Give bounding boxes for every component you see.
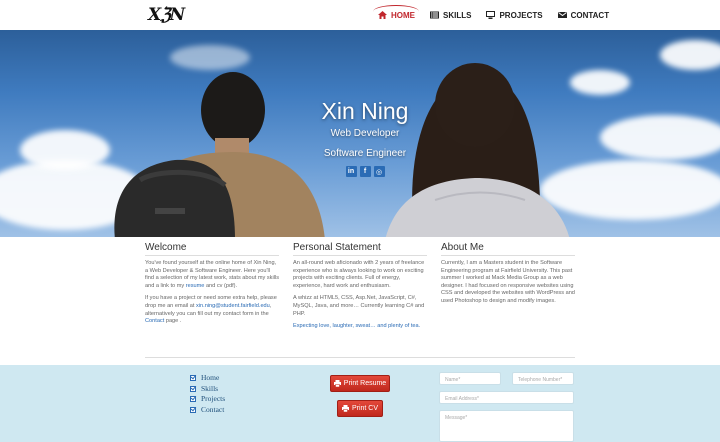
placeholder-text: Message* xyxy=(445,415,468,421)
print-resume-label: Print Resume xyxy=(343,380,387,387)
about-paragraph: Currently, I am a Masters student in the… xyxy=(441,260,575,304)
personal-statement-heading: Personal Statement xyxy=(293,242,427,256)
github-icon[interactable]: ◎ xyxy=(373,166,385,177)
monitor-icon xyxy=(486,11,496,19)
print-cv-button[interactable]: Print CV xyxy=(337,400,383,417)
nav-item-home[interactable]: HOME xyxy=(373,0,419,30)
printer-icon xyxy=(333,380,341,387)
list-icon xyxy=(430,11,439,19)
cloud-decoration xyxy=(600,115,720,160)
welcome-paragraph-1: You've found yourself at the online home… xyxy=(145,260,279,290)
footer-links: Home Skills Projects Contact xyxy=(190,373,225,415)
footer-link-label: Projects xyxy=(201,394,226,403)
cloud-decoration xyxy=(570,70,630,95)
section-divider xyxy=(145,357,575,358)
printer-icon xyxy=(341,405,349,412)
contact-link[interactable]: Contact xyxy=(145,318,164,324)
text-span: and cv (pdf). xyxy=(204,282,238,289)
footer-link-skills[interactable]: Skills xyxy=(190,384,225,395)
social-links: in f ◎ xyxy=(290,166,440,177)
nav-item-label: SKILLS xyxy=(443,10,472,20)
footer-link-contact[interactable]: Contact xyxy=(190,405,225,416)
hero-name: Xin Ning xyxy=(321,98,409,124)
top-navbar: XℨN HOME SKILLS PROJECTS CONTACT xyxy=(0,0,720,30)
nav-item-contact[interactable]: CONTACT xyxy=(557,0,610,30)
placeholder-text: Telephone Number* xyxy=(518,377,563,383)
message-field[interactable]: Message* xyxy=(439,410,574,442)
site-logo[interactable]: XℨN xyxy=(148,5,185,25)
personal-paragraph-1: An all-round web aficionado with 2 years… xyxy=(293,260,425,289)
resume-link[interactable]: resume xyxy=(186,283,205,289)
nav-menu: HOME SKILLS PROJECTS CONTACT xyxy=(373,0,610,30)
phone-field[interactable]: Telephone Number* xyxy=(512,372,574,385)
welcome-heading: Welcome xyxy=(145,242,279,256)
hero-heading-block: Xin Ning Web Developer Software Engineer… xyxy=(290,98,440,177)
personal-paragraph-3: Expecting love, laughter, sweat… and ple… xyxy=(293,323,421,330)
placeholder-text: Name* xyxy=(445,377,461,383)
hero-subtitle-1: Web Developer xyxy=(330,128,400,139)
name-field[interactable]: Name* xyxy=(439,372,501,385)
home-icon xyxy=(378,11,387,19)
footer-link-label: Contact xyxy=(201,404,225,414)
placeholder-text: Email Address* xyxy=(445,396,479,402)
nav-item-projects[interactable]: PROJECTS xyxy=(486,0,543,30)
linkedin-icon[interactable]: in xyxy=(345,166,357,177)
footer-link-label: Home xyxy=(201,373,220,382)
footer-link-home[interactable]: Home xyxy=(190,373,225,384)
welcome-paragraph-2: If you have a project or need some extra… xyxy=(145,295,279,325)
hero-banner: Xin Ning Web Developer Software Engineer… xyxy=(0,30,720,237)
checkbox-icon xyxy=(190,396,196,403)
email-link[interactable]: xin.ning@student.fairfield.edu xyxy=(196,303,270,309)
personal-paragraph-2: A whizz at HTML5, CSS, Asp.Net, JavaScri… xyxy=(293,295,425,317)
nav-item-label: PROJECTS xyxy=(499,10,543,20)
envelope-icon xyxy=(557,11,567,19)
personal-statement-section: Personal Statement An all-round web afic… xyxy=(293,242,427,336)
nav-item-label: HOME xyxy=(391,10,415,20)
content-columns: Welcome You've found yourself at the onl… xyxy=(145,242,577,336)
checkbox-icon xyxy=(190,375,196,382)
footer-link-label: Skills xyxy=(201,383,219,393)
print-resume-button[interactable]: Print Resume xyxy=(330,375,390,392)
welcome-section: Welcome You've found yourself at the onl… xyxy=(145,242,279,336)
facebook-icon[interactable]: f xyxy=(359,166,371,177)
checkbox-icon xyxy=(190,406,196,413)
print-cv-label: Print CV xyxy=(351,405,379,412)
about-heading: About Me xyxy=(441,242,575,256)
hero-subtitle-2: Software Engineer xyxy=(323,148,407,159)
nav-item-label: CONTACT xyxy=(570,10,610,20)
footer: Home Skills Projects Contact Print Resum… xyxy=(0,365,720,442)
cloud-decoration xyxy=(660,40,720,70)
email-field[interactable]: Email Address* xyxy=(439,391,574,404)
text-span: page . xyxy=(164,318,182,325)
nav-item-skills[interactable]: SKILLS xyxy=(430,0,471,30)
footer-link-projects[interactable]: Projects xyxy=(190,394,225,405)
checkbox-icon xyxy=(190,385,196,392)
about-section: About Me Currently, I am a Masters stude… xyxy=(441,242,575,336)
